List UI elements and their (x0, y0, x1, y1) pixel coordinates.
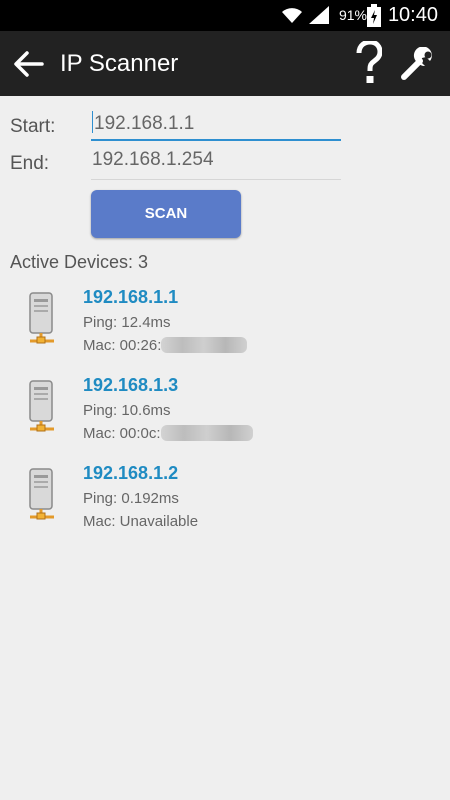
device-ip: 192.168.1.2 (83, 463, 179, 483)
end-label: End: (10, 153, 50, 174)
start-ip-value: 192.168.1.1 (94, 113, 195, 134)
server-icon (29, 468, 54, 520)
signal-icon (309, 6, 329, 24)
device-list-item[interactable]: 192.168.1.2 Ping: 0.192ms Mac: Unavailab… (0, 463, 450, 549)
device-ping: Ping: 12.4ms (83, 314, 171, 331)
start-label: Start: (10, 116, 56, 137)
device-mac: Mac: Unavailable (83, 513, 199, 530)
start-ip-input[interactable]: 192.168.1.1 (91, 107, 341, 141)
device-ip: 192.168.1.3 (83, 375, 179, 395)
device-list-item[interactable]: 192.168.1.3 Ping: 10.6ms Mac: 00:0c: (0, 375, 450, 461)
status-bar: 91% 10:40 (0, 0, 450, 31)
redacted-mac (160, 425, 253, 441)
device-mac: Mac: 00:0c: (83, 425, 253, 442)
device-mac: Mac: 00:26: (83, 337, 248, 354)
back-arrow-icon[interactable] (12, 48, 44, 80)
active-devices-count: Active Devices: 3 (10, 252, 149, 272)
server-icon (29, 380, 54, 432)
device-ping: Ping: 10.6ms (83, 402, 171, 419)
page-title: IP Scanner (60, 50, 179, 77)
device-ping: Ping: 0.192ms (83, 490, 179, 507)
action-bar: IP Scanner (0, 31, 450, 96)
device-list-item[interactable]: 192.168.1.1 Ping: 12.4ms Mac: 00:26: (0, 287, 450, 373)
scan-button[interactable]: SCAN (91, 190, 241, 238)
redacted-mac (161, 337, 248, 353)
battery-charging-icon (367, 4, 381, 27)
end-ip-value: 192.168.1.254 (92, 149, 214, 170)
wifi-icon (282, 8, 302, 23)
battery-percent: 91% (338, 7, 367, 23)
help-icon[interactable] (356, 41, 382, 85)
end-ip-input[interactable]: 192.168.1.254 (91, 146, 341, 180)
device-ip: 192.168.1.1 (83, 287, 179, 307)
text-caret (92, 111, 93, 133)
server-icon (29, 292, 54, 344)
clock: 10:40 (387, 4, 438, 26)
wrench-icon[interactable] (400, 47, 436, 81)
